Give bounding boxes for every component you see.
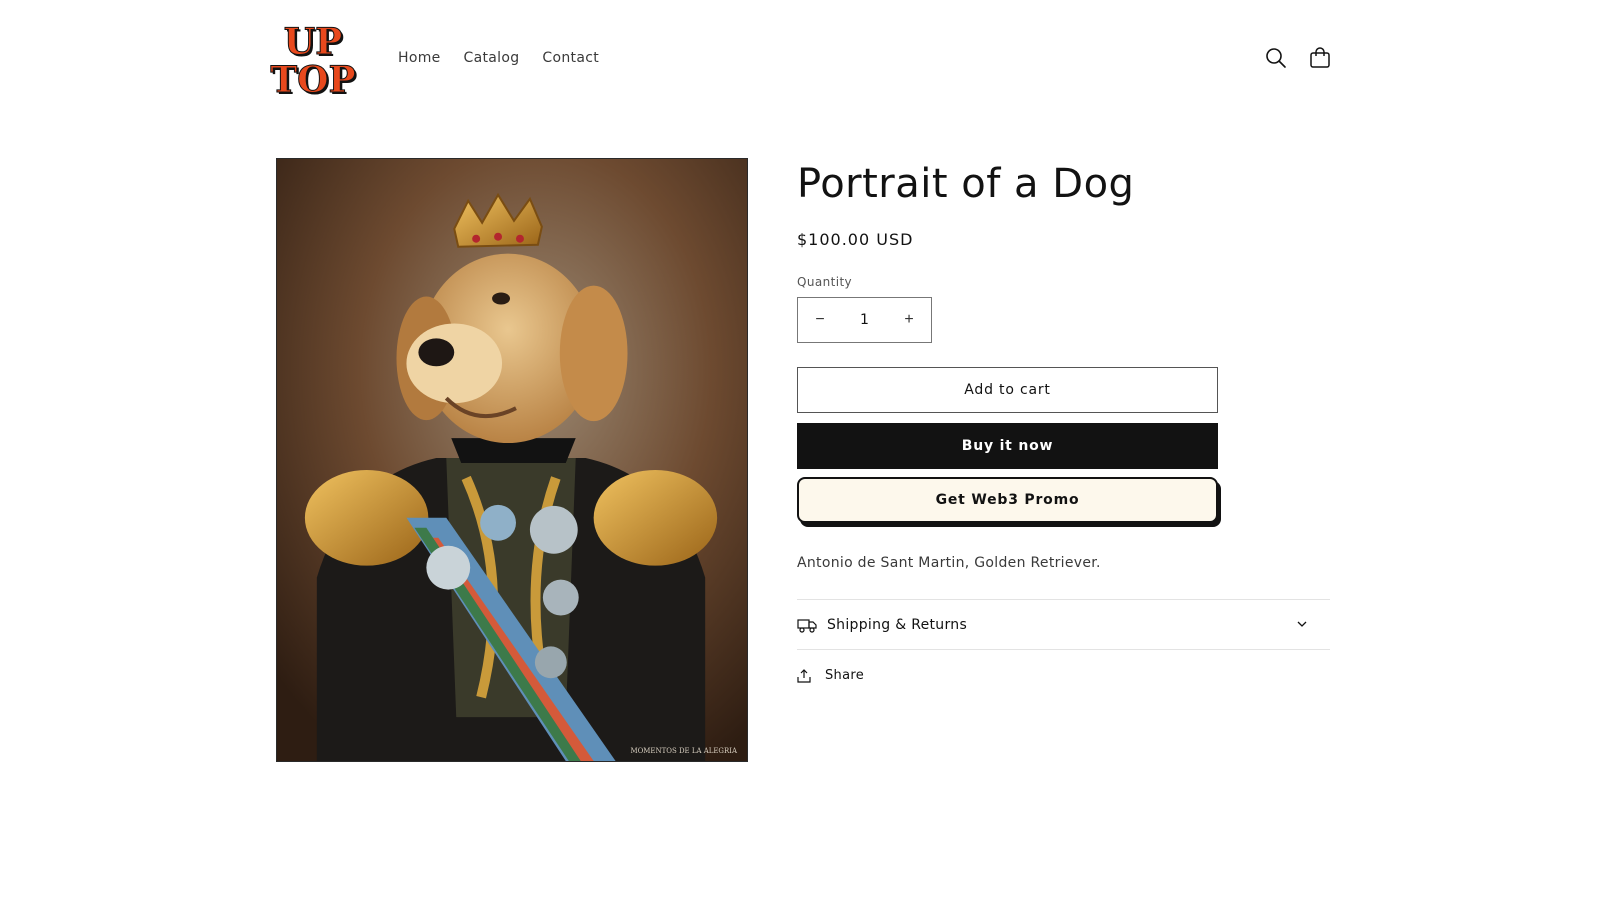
product-page: UP UP TOP TOP Home Catalog Contact MOMEN… xyxy=(0,0,1600,900)
nav-contact[interactable]: Contact xyxy=(542,50,599,66)
logo[interactable]: UP UP TOP TOP xyxy=(270,22,360,98)
product-title: Portrait of a Dog xyxy=(797,161,1135,207)
quantity-increase-button[interactable]: + xyxy=(887,298,931,342)
add-to-cart-button[interactable]: Add to cart xyxy=(797,367,1218,413)
shipping-returns-accordion[interactable]: Shipping & Returns xyxy=(797,599,1330,650)
buy-now-button[interactable]: Buy it now xyxy=(797,423,1218,469)
product-price: $100.00 USD xyxy=(797,230,914,249)
header-icons xyxy=(1264,46,1332,70)
search-icon xyxy=(1266,48,1286,68)
site-header: UP UP TOP TOP Home Catalog Contact xyxy=(0,0,1600,120)
web3-promo-button[interactable]: Get Web3 Promo xyxy=(797,477,1218,523)
logo-image: UP UP TOP TOP xyxy=(270,22,358,98)
main-nav: Home Catalog Contact xyxy=(398,50,622,66)
share-icon xyxy=(797,668,811,683)
cart-button[interactable] xyxy=(1308,46,1332,70)
quantity-label: Quantity xyxy=(797,275,853,289)
quantity-decrease-button[interactable]: − xyxy=(798,298,842,342)
nav-catalog[interactable]: Catalog xyxy=(464,50,520,66)
quantity-input[interactable] xyxy=(844,312,885,328)
cart-icon xyxy=(1310,47,1330,68)
truck-icon xyxy=(797,618,817,633)
product-image[interactable]: MOMENTOS DE LA ALEGRIA xyxy=(276,158,748,762)
chevron-down-icon xyxy=(1297,621,1307,627)
search-button[interactable] xyxy=(1264,46,1288,70)
share-button[interactable]: Share xyxy=(797,668,877,683)
product-description: Antonio de Sant Martin, Golden Retriever… xyxy=(797,555,1101,571)
share-label: Share xyxy=(825,668,865,683)
image-signature: MOMENTOS DE LA ALEGRIA xyxy=(630,747,738,755)
product-info: Portrait of a Dog $100.00 USD Quantity −… xyxy=(797,160,1330,683)
dog-portrait-image: MOMENTOS DE LA ALEGRIA xyxy=(277,159,747,761)
quantity-stepper: − + xyxy=(797,297,932,343)
shipping-returns-label: Shipping & Returns xyxy=(827,616,968,633)
logo-line1: UP xyxy=(284,22,342,63)
logo-line2: TOP xyxy=(270,59,355,98)
nav-home[interactable]: Home xyxy=(398,50,441,66)
